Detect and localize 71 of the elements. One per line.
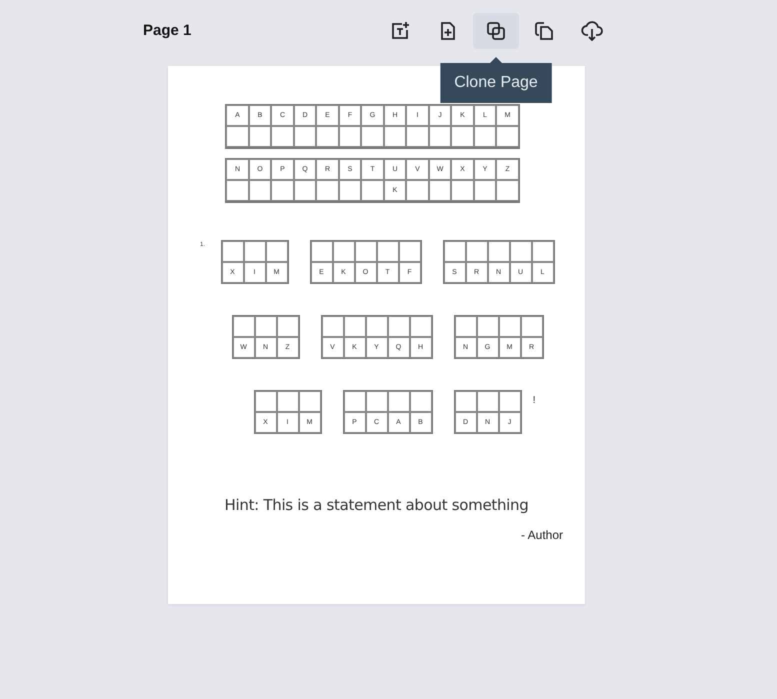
answer-cell	[496, 126, 519, 147]
author-text: - Author	[520, 528, 563, 542]
punctuation: !	[532, 395, 536, 406]
answer-cell	[474, 180, 496, 201]
answer-cell	[276, 316, 298, 337]
answer-cell	[476, 316, 498, 337]
answer-cell	[254, 316, 276, 337]
answer-cell	[488, 241, 510, 262]
answer-cell	[366, 391, 388, 412]
answer-cell	[520, 316, 542, 337]
answer-cell	[361, 126, 384, 147]
answer-cell	[428, 180, 452, 201]
answer-cell	[338, 180, 362, 201]
answer-cell	[310, 241, 332, 262]
answer-cell	[332, 241, 354, 262]
answer-cell	[222, 241, 244, 262]
answer-cell	[532, 241, 554, 262]
answer-cell	[388, 391, 410, 412]
answer-cell	[376, 241, 398, 262]
page-title: Page 1	[143, 22, 192, 39]
copy-icon	[534, 21, 554, 41]
text-plus-icon	[390, 21, 410, 41]
answer-cell	[510, 241, 532, 262]
answer-cell	[248, 126, 272, 147]
answer-cell	[271, 126, 294, 147]
answer-cell	[496, 180, 519, 201]
answer-cell	[344, 391, 366, 412]
answer-cell	[498, 316, 520, 337]
answer-cell	[366, 316, 388, 337]
answer-cell	[406, 180, 429, 201]
answer-cell	[266, 241, 288, 262]
answer-cell	[410, 391, 432, 412]
toolbar-button[interactable]	[473, 13, 519, 49]
answer-cell	[498, 391, 520, 412]
answer-cell	[428, 126, 452, 147]
answer-cell	[254, 391, 276, 412]
answer-cell	[410, 316, 432, 337]
answer-cell	[294, 180, 316, 201]
answer-cell	[476, 391, 498, 412]
tooltip: Clone Page	[440, 57, 552, 103]
answer-cell	[294, 126, 316, 147]
answer-cell	[338, 126, 362, 147]
answer-cell	[466, 241, 488, 262]
answer-cell	[361, 180, 384, 201]
answer-cell	[226, 126, 249, 147]
answer-cell	[271, 180, 294, 201]
answer-cell	[298, 391, 320, 412]
answer-cell	[444, 241, 466, 262]
answer-cell	[276, 391, 298, 412]
hint-text: Hint: This is a statement about something	[224, 496, 528, 514]
clone-icon	[486, 21, 506, 41]
answer-cell	[344, 316, 366, 337]
file-plus-icon	[438, 21, 458, 41]
answer-cell	[384, 126, 406, 147]
answer-cell	[451, 180, 474, 201]
answer-cell	[406, 126, 429, 147]
answer-cell	[316, 180, 339, 201]
answer-cell	[244, 241, 266, 262]
answer-cell	[474, 126, 496, 147]
answer-cell	[454, 316, 476, 337]
answer-cell	[388, 316, 410, 337]
answer-cell	[316, 126, 339, 147]
answer-cell	[451, 126, 474, 147]
answer-cell	[322, 316, 344, 337]
answer-cell	[226, 180, 249, 201]
answer-cell	[398, 241, 420, 262]
answer-cell	[232, 316, 254, 337]
answer-cell	[248, 180, 272, 201]
cloud-download-icon	[581, 21, 603, 41]
answer-cell	[454, 391, 476, 412]
answer-cell	[354, 241, 376, 262]
